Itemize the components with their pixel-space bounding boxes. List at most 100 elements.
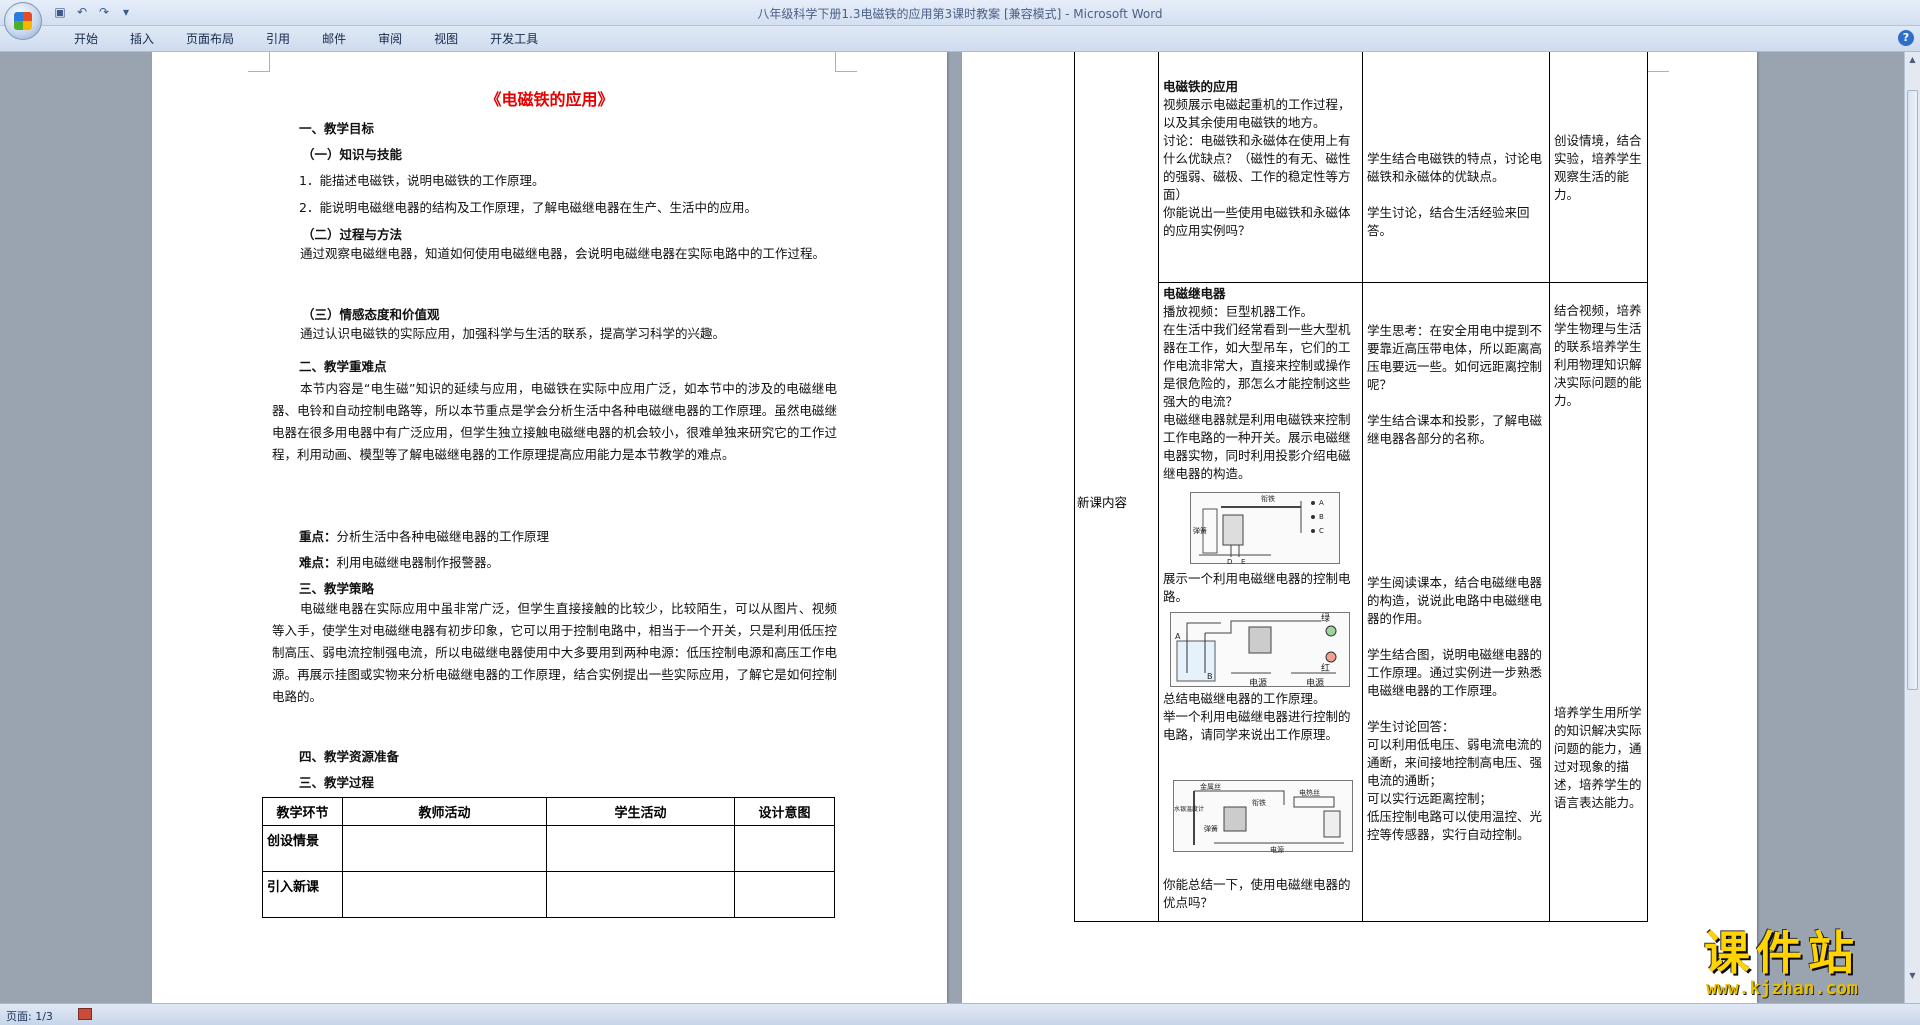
table-header: 设计意图 xyxy=(734,797,835,826)
table-cell[interactable] xyxy=(734,871,835,918)
table-cell[interactable] xyxy=(734,825,835,872)
heading-key-points: 二、教学重难点 xyxy=(299,359,387,374)
teacher-activity-text: 展示一个利用电磁继电器的控制电路。 xyxy=(1163,571,1351,604)
alarm-circuit-figure: 金属丝 水银温度计 衔铁 弹簧 电热丝 电源 xyxy=(1173,780,1353,854)
table-cell[interactable] xyxy=(342,871,547,918)
teacher-activity-text: 播放视频：巨型机器工作。 在生活中我们经常看到一些大型机器在工作，如大型吊车，它… xyxy=(1163,304,1351,481)
table-header: 教学环节 xyxy=(262,797,343,826)
fig-label: A xyxy=(1175,632,1181,641)
block-heading: 电磁继电器 xyxy=(1163,286,1226,301)
page-counter[interactable]: 页面: 1/3 xyxy=(6,1008,53,1024)
table-cell[interactable] xyxy=(546,871,735,918)
office-button[interactable] xyxy=(4,2,42,40)
teacher-activity-cell: 电磁铁的应用 视频展示电磁起重机的工作过程，以及其余使用电磁铁的地方。 讨论：电… xyxy=(1163,78,1359,240)
fig-label: 弹簧 xyxy=(1204,824,1218,833)
control-circuit-figure: A B 绿 红 电源 电源 xyxy=(1170,612,1350,689)
design-intent-text: 结合视频，培养学生物理与生活的联系培养学生利用物理知识解决实际问题的能力。 xyxy=(1554,303,1642,408)
tab-home[interactable]: 开始 xyxy=(58,31,114,47)
fig-label: 电源 xyxy=(1249,677,1267,688)
table-row: 创设情景 xyxy=(262,825,835,872)
heading-knowledge-skills: （一）知识与技能 xyxy=(302,147,403,162)
fig-label: 衔铁 xyxy=(1252,798,1266,807)
margin-corner-mark xyxy=(248,52,270,72)
student-activity-text: 学生结合电磁铁的特点，讨论电磁铁和永磁体的优缺点。 学生讨论，结合生活经验来回答… xyxy=(1367,151,1543,238)
difficulty-text: 利用电磁继电器制作报警器。 xyxy=(336,555,500,570)
process-table: 教学环节 教师活动 学生活动 设计意图 创设情景 引入新课 xyxy=(262,797,835,918)
design-intent-text: 创设情境，结合实验，培养学生观察生活的能力。 xyxy=(1554,133,1642,202)
help-icon[interactable]: ? xyxy=(1898,30,1914,46)
tab-page-layout[interactable]: 页面布局 xyxy=(170,31,250,47)
fig-label: B xyxy=(1319,513,1324,521)
design-intent-text: 培养学生用所学的知识解决实际问题的能力，通过对现象的描述，培养学生的语言表达能力… xyxy=(1554,705,1642,810)
student-activity-text: 学生阅读课本，结合电磁继电器的构造，说说此电路中电磁继电器的作用。 学生结合图，… xyxy=(1367,575,1543,842)
teacher-activity-text: 视频展示电磁起重机的工作过程，以及其余使用电磁铁的地方。 讨论：电磁铁和永磁体在… xyxy=(1163,97,1351,238)
goal-item-1: 1．能描述电磁铁，说明电磁铁的工作原理。 xyxy=(299,173,545,188)
fig-label: 水银温度计 xyxy=(1174,805,1204,813)
heading-teaching-goals: 一、教学目标 xyxy=(299,121,375,136)
page-1: 《电磁铁的应用》 一、教学目标 （一）知识与技能 1．能描述电磁铁，说明电磁铁的… xyxy=(152,52,947,1003)
fig-label: C xyxy=(1319,527,1324,535)
table-cell[interactable]: 引入新课 xyxy=(262,871,343,918)
tab-developer[interactable]: 开发工具 xyxy=(474,31,554,47)
goal-item-2: 2．能说明电磁继电器的结构及工作原理，了解电磁继电器在生产、生活中的应用。 xyxy=(299,200,757,215)
table-cell[interactable] xyxy=(546,825,735,872)
fig-label: A xyxy=(1319,499,1324,507)
fig-label: 金属丝 xyxy=(1200,782,1221,791)
status-bar: 页面: 1/3 xyxy=(0,1003,1920,1025)
margin-corner-mark xyxy=(835,52,857,72)
relay-structure-figure: 衔铁 弹簧 A B C D E xyxy=(1190,492,1340,566)
tab-view[interactable]: 视图 xyxy=(418,31,474,47)
teacher-activity-cell: 电磁继电器 播放视频：巨型机器工作。 在生活中我们经常看到一些大型机器在工作，如… xyxy=(1163,285,1359,483)
title-bar: ▣ ↶ ↷ ▾ 八年级科学下册1.3电磁铁的应用第3课时教案 [兼容模式] - … xyxy=(0,0,1920,40)
block-heading: 电磁铁的应用 xyxy=(1163,79,1239,94)
process-table-continued: 新课内容 电磁铁的应用 视频展示电磁起重机的工作过程，以及其余使用电磁铁的地方。… xyxy=(1074,52,1648,922)
fig-label: 绿 xyxy=(1321,613,1330,624)
page-2: 新课内容 电磁铁的应用 视频展示电磁起重机的工作过程，以及其余使用电磁铁的地方。… xyxy=(962,52,1757,1003)
fig-label: D xyxy=(1227,558,1232,565)
teacher-activity-text: 总结电磁继电器的工作原理。 举一个利用电磁继电器进行控制的电路，请同学来说出工作… xyxy=(1163,691,1351,742)
table-header: 学生活动 xyxy=(546,797,735,826)
watermark-text: 课件站 xyxy=(1704,926,1860,980)
column-divider xyxy=(1362,52,1363,922)
row-divider xyxy=(1158,282,1648,283)
table-header-row: 教学环节 教师活动 学生活动 设计意图 xyxy=(262,797,835,826)
teacher-activity-text: 你能总结一下，使用电磁继电器的优点吗？ xyxy=(1163,877,1351,910)
fig-label: 电热丝 xyxy=(1299,788,1320,797)
tab-references[interactable]: 引用 xyxy=(250,31,306,47)
tab-mailings[interactable]: 邮件 xyxy=(306,31,362,47)
student-activity-text: 学生思考：在安全用电中提到不要靠近高压带电体，所以距离高压电要远一些。如何远距离… xyxy=(1367,323,1543,446)
table-cell[interactable]: 创设情景 xyxy=(262,825,343,872)
vertical-scrollbar[interactable]: ▲ ▼ xyxy=(1904,52,1920,1003)
difficulty-line: 难点：利用电磁继电器制作报警器。 xyxy=(299,552,499,571)
difficulty-label: 难点： xyxy=(299,555,337,570)
column-divider xyxy=(1158,52,1159,922)
fig-label: E xyxy=(1241,558,1245,565)
tab-insert[interactable]: 插入 xyxy=(114,31,170,47)
column-divider xyxy=(1549,52,1550,922)
table-row: 引入新课 xyxy=(262,871,835,918)
paragraph-strategy: 电磁继电器在实际应用中虽非常广泛，但学生直接接触的比较少，比较陌生，可以从图片、… xyxy=(272,601,837,704)
heading-resources: 四、教学资源准备 xyxy=(299,749,400,764)
fig-label: 衔铁 xyxy=(1261,494,1275,503)
ribbon-tab-bar: 开始 插入 页面布局 引用 邮件 审阅 视图 开发工具 ? xyxy=(0,26,1920,52)
scroll-down-icon[interactable]: ▼ xyxy=(1907,970,1918,982)
key-point-line: 重点：分析生活中各种电磁继电器的工作原理 xyxy=(299,526,549,545)
fig-label: B xyxy=(1207,672,1213,681)
fig-label: 电源 xyxy=(1306,677,1324,688)
fig-label: 红 xyxy=(1321,662,1330,674)
heading-process-method: （二）过程与方法 xyxy=(302,227,403,242)
site-watermark: 课件站 www.kjzhan.com xyxy=(1662,928,1902,999)
paragraph-key-points: 本节内容是“电生磁”知识的延续与应用，电磁铁在实际中应用广泛，如本节中的涉及的电… xyxy=(272,381,837,462)
tab-review[interactable]: 审阅 xyxy=(362,31,418,47)
proofing-icon[interactable] xyxy=(78,1008,92,1020)
office-logo-icon xyxy=(14,12,32,30)
table-cell[interactable] xyxy=(342,825,547,872)
alarm-diagram-icon: 金属丝 水银温度计 衔铁 弹簧 电热丝 电源 xyxy=(1174,782,1344,854)
document-title: 八年级科学下册1.3电磁铁的应用第3课时教案 [兼容模式] - xyxy=(757,7,1074,21)
scrollbar-thumb[interactable] xyxy=(1907,90,1918,690)
margin-corner-mark xyxy=(1647,52,1669,72)
key-point-text: 分析生活中各种电磁继电器的工作原理 xyxy=(336,529,550,544)
scroll-up-icon[interactable]: ▲ xyxy=(1907,54,1918,66)
app-name: Microsoft Word xyxy=(1073,7,1163,21)
paragraph-attitude: 通过认识电磁铁的实际应用，加强科学与生活的联系，提高学习科学的兴趣。 xyxy=(300,326,726,341)
